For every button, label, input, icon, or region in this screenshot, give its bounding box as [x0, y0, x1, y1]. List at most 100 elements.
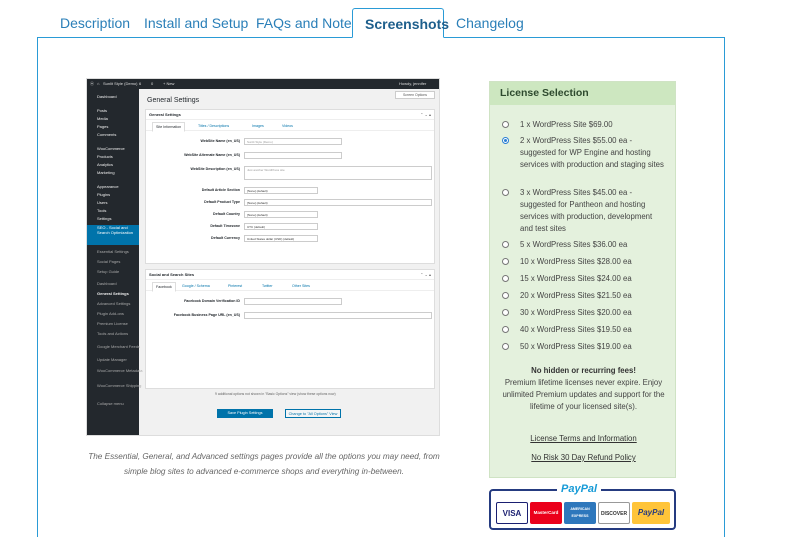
- general-settings-box: General Settings ⌃ ⌄ ▴ Site Information …: [145, 109, 435, 264]
- sidebar-subitem: Essential Settings: [97, 249, 129, 254]
- radio-button[interactable]: [502, 309, 509, 316]
- save-settings-button: Save Plugin Settings: [217, 409, 273, 418]
- subtab: Site Information: [152, 122, 186, 132]
- sidebar-item: Settings: [97, 216, 112, 221]
- sidebar-subitem: Premium License: [97, 321, 128, 326]
- form-row: WebSite Name (en_US) Sunlit Style (Demo): [146, 138, 436, 146]
- sidebar-collapse: Collapse menu: [97, 401, 124, 406]
- fees-heading: No hidden or recurring fees!: [531, 366, 636, 375]
- sidebar-item: Posts: [97, 108, 108, 113]
- tab-bar: Description Install and Setup FAQs and N…: [0, 0, 800, 38]
- box-controls-icon: ⌃ ⌄ ▴: [420, 112, 431, 117]
- tab-install-and-setup[interactable]: Install and Setup: [132, 8, 260, 38]
- sidebar-subitem: WooCommerce Shipping: [97, 383, 142, 388]
- tab-changelog[interactable]: Changelog: [444, 8, 536, 38]
- sidebar-item: Dashboard: [97, 94, 117, 99]
- radio-button[interactable]: [502, 189, 509, 196]
- box-tabs: Site Information Titles / Descriptions I…: [146, 120, 434, 132]
- change-view-button: Change to "All Options" View: [285, 409, 341, 418]
- radio-button[interactable]: [502, 326, 509, 333]
- box-tabs: Facebook Google / Schema Pinterest Twitt…: [146, 280, 434, 292]
- adminbar-site: Sunlit Style (Demo): [103, 81, 138, 86]
- sidebar-subitem: Plugin Add-ons: [97, 311, 124, 316]
- radio-button[interactable]: [502, 241, 509, 248]
- sidebar-subitem: Setup Guide: [97, 269, 120, 274]
- paypal-title: PayPal: [557, 483, 602, 495]
- subtab: Facebook: [152, 282, 176, 292]
- social-search-box: Social and Search Sites ⌃ ⌄ ▴ Facebook G…: [145, 269, 435, 389]
- form-row: Facebook Domain Verification ID: [146, 298, 436, 306]
- screenshot-caption: The Essential, General, and Advanced set…: [88, 452, 440, 476]
- sidebar-subitem: Dashboard: [97, 281, 117, 286]
- form-row: Default Timezone UTC (default): [146, 223, 436, 231]
- sidebar-subitem: Tools and Actions: [97, 331, 129, 336]
- subtab: Images: [252, 124, 264, 128]
- adminbar-new-count: 0: [151, 81, 154, 86]
- sidebar-subitem: Google Merchant Feeds: [97, 344, 140, 349]
- radio-button[interactable]: [502, 275, 509, 282]
- sidebar-subitem: WooCommerce Metadata: [97, 368, 143, 373]
- sidebar-item: Users: [97, 200, 108, 205]
- sidebar-item: WooCommerce: [97, 146, 125, 151]
- sidebar-item: Comments: [97, 132, 117, 137]
- sidebar-item: Appearance: [97, 184, 119, 189]
- sidebar-item: Pages: [97, 124, 109, 129]
- footnote: 9 additional options not shown in "Basic…: [215, 392, 336, 396]
- sidebar-item: Plugins: [97, 192, 111, 197]
- box-title: Social and Search Sites: [146, 270, 434, 280]
- subtab: Titles / Descriptions: [198, 124, 230, 128]
- paypal-logo[interactable]: PayPal VISA MasterCard AMERICAN EXPRESS …: [489, 483, 676, 530]
- sidebar-item: Marketing: [97, 170, 115, 175]
- wp-sidebar: Dashboard Posts Media Pages Comments Woo…: [87, 89, 143, 435]
- page-title: General Settings: [147, 97, 200, 104]
- tab-description[interactable]: Description: [48, 8, 142, 38]
- license-terms-link[interactable]: License Terms and Information: [490, 434, 677, 443]
- subtab: Other Sites: [292, 284, 310, 288]
- license-selection-panel: License Selection 1 x WordPress Site $69…: [489, 81, 676, 478]
- radio-button[interactable]: [502, 292, 509, 299]
- radio-button[interactable]: [502, 258, 509, 265]
- subtab: Twitter: [262, 284, 273, 288]
- subtab: Videos: [282, 124, 293, 128]
- sidebar-subitem: Social Pages: [97, 259, 121, 264]
- sidebar-subitem: General Settings: [97, 291, 129, 296]
- box-controls-icon: ⌃ ⌄ ▴: [420, 272, 431, 277]
- wordpress-logo-icon: ⓦ: [90, 81, 94, 86]
- mastercard-card-icon: MasterCard: [530, 502, 562, 524]
- amex-card-icon: AMERICAN EXPRESS: [564, 502, 596, 524]
- screen-options: Screen Options: [395, 91, 435, 99]
- wp-main: Screen Options General Settings General …: [139, 89, 439, 435]
- form-row: WebSite Description (en_US) Just another…: [146, 166, 436, 180]
- radio-button[interactable]: [502, 137, 509, 144]
- sidebar-subitem: Advanced Settings: [97, 301, 131, 306]
- form-row: Default Article Section [None] (default): [146, 187, 436, 195]
- fees-text: Premium lifetime licenses never expire. …: [502, 378, 665, 411]
- license-title: License Selection: [490, 82, 675, 105]
- form-row: Facebook Business Page URL (en_US): [146, 312, 436, 320]
- sidebar-item: Tools: [97, 208, 107, 213]
- form-row: Default Country [None] (default): [146, 211, 436, 219]
- adminbar-user: Howdy, jennifer: [399, 81, 427, 86]
- adminbar-add: + New: [163, 81, 175, 86]
- sidebar-item-active: SEO - Social and Search Optimization: [87, 225, 139, 245]
- adminbar-comments: 6: [139, 81, 142, 86]
- home-icon: ⌂: [97, 81, 100, 86]
- tab-screenshots[interactable]: Screenshots: [352, 8, 449, 38]
- subtab: Pinterest: [228, 284, 243, 288]
- sidebar-item: Analytics: [97, 162, 114, 167]
- visa-card-icon: VISA: [496, 502, 528, 524]
- sidebar-item: Products: [97, 154, 113, 159]
- wp-admin-bar: ⓦ ⌂ Sunlit Style (Demo) 6 0 + New Howdy,…: [87, 79, 439, 89]
- discover-card-icon: DISCOVER: [598, 502, 630, 524]
- refund-policy-link[interactable]: No Risk 30 Day Refund Policy: [490, 453, 677, 462]
- box-title: General Settings: [146, 110, 434, 120]
- paypal-card-icon: PayPal: [632, 502, 670, 524]
- radio-button[interactable]: [502, 343, 509, 350]
- radio-button[interactable]: [502, 121, 509, 128]
- subtab: Google / Schema: [182, 284, 210, 288]
- form-row: Default Product Type [None] (default): [146, 199, 436, 207]
- sidebar-item: Media: [97, 116, 108, 121]
- form-row: WebSite Alternate Name (en_US): [146, 152, 436, 160]
- sidebar-subitem: Update Manager: [97, 357, 127, 362]
- screenshot-image[interactable]: ⓦ ⌂ Sunlit Style (Demo) 6 0 + New Howdy,…: [86, 78, 440, 436]
